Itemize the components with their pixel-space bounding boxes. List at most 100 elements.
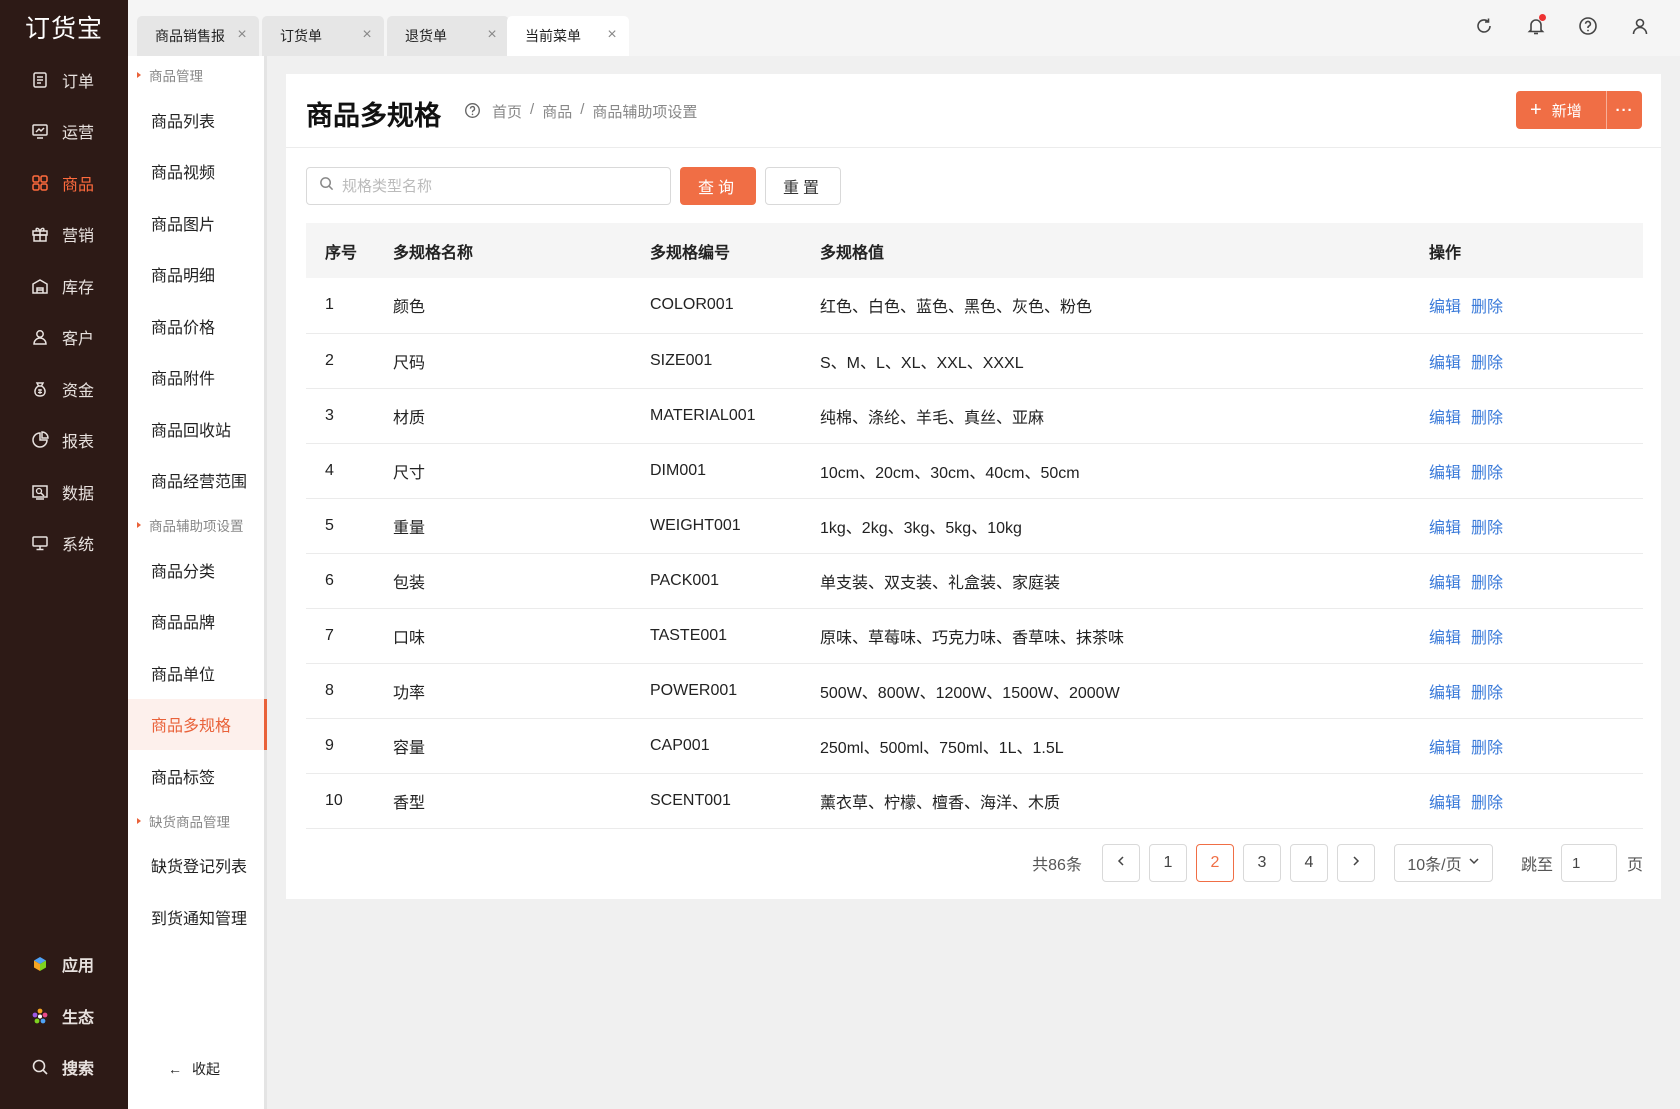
page-button[interactable]: 4 [1289, 844, 1328, 882]
delete-link[interactable]: 删除 [1471, 355, 1503, 372]
edit-link[interactable]: 编辑 [1429, 795, 1461, 812]
submenu-item[interactable]: 缺货登记列表 [128, 840, 264, 892]
delete-link[interactable]: 删除 [1471, 465, 1503, 482]
nav-item-6[interactable]: 资金 [0, 363, 128, 415]
tab-0[interactable]: 商品销售报 × [137, 16, 259, 56]
column-header: 多规格编号 [650, 244, 731, 262]
tab-label: 退货单 [405, 28, 447, 44]
tab-2[interactable]: 退货单 × [387, 16, 509, 56]
nav-item-8[interactable]: 数据 [0, 466, 128, 518]
breadcrumb-item[interactable]: 商品 [542, 101, 572, 122]
close-icon[interactable]: × [360, 27, 374, 43]
question-circle-icon[interactable] [464, 102, 481, 124]
table-cell: 容量 [393, 739, 426, 757]
caret-icon [137, 522, 141, 528]
nav-bottom-item-2[interactable]: 搜索 [0, 1042, 128, 1094]
edit-link[interactable]: 编辑 [1429, 520, 1461, 537]
close-icon[interactable]: × [485, 27, 499, 43]
query-button[interactable]: 查询 [680, 167, 756, 205]
submenu-group: 商品管理 [128, 56, 264, 94]
page-button[interactable]: 2 [1195, 844, 1234, 882]
breadcrumb: 首页 / 商品 / 商品辅助项设置 [492, 101, 697, 122]
goods-icon [30, 173, 50, 193]
page-button[interactable]: 1 [1148, 844, 1187, 882]
nav-item-7[interactable]: 报表 [0, 415, 128, 467]
table-row: 6 包装 PACK001 单支装、双支装、礼盒装、家庭装 编辑 删除 [306, 553, 1643, 608]
table-cell: POWER001 [650, 681, 738, 699]
submenu-item[interactable]: 商品列表 [128, 94, 264, 146]
edit-link[interactable]: 编辑 [1429, 299, 1461, 316]
submenu-item[interactable]: 商品图片 [128, 197, 264, 249]
nav-item-4[interactable]: 库存 [0, 260, 128, 312]
table-row: 8 功率 POWER001 500W、800W、1200W、1500W、2000W 编辑… [306, 663, 1643, 718]
table-cell: COLOR001 [650, 296, 734, 314]
submenu-item[interactable]: 商品价格 [128, 300, 264, 352]
refresh-icon[interactable] [1472, 14, 1496, 38]
next-page-button[interactable] [1336, 844, 1375, 882]
edit-link[interactable]: 编辑 [1429, 465, 1461, 482]
breadcrumb-item[interactable]: 商品辅助项设置 [592, 101, 697, 122]
nav-item-5[interactable]: 客户 [0, 312, 128, 364]
table-row: 4 尺寸 DIM001 10cm、20cm、30cm、40cm、50cm 编辑 删除 [306, 443, 1643, 498]
edit-link[interactable]: 编辑 [1429, 685, 1461, 702]
table-cell: 纯棉、涤纶、羊毛、真丝、亚麻 [820, 409, 1045, 427]
table-cell: 颜色 [393, 299, 426, 317]
nav-bottom-item-1[interactable]: 生态 [0, 990, 128, 1042]
edit-link[interactable]: 编辑 [1429, 630, 1461, 647]
tab-3[interactable]: 当前菜单 × [507, 16, 629, 56]
bell-icon[interactable] [1524, 14, 1548, 38]
nav-item-1[interactable]: 运营 [0, 106, 128, 158]
nav-item-0[interactable]: 订单 [0, 54, 128, 106]
submenu-item[interactable]: 商品多规格 [128, 698, 267, 750]
add-button[interactable]: + 新增 [1516, 91, 1607, 129]
delete-link[interactable]: 删除 [1471, 299, 1503, 316]
tab-1[interactable]: 订货单 × [262, 16, 384, 56]
submenu-item[interactable]: 商品单位 [128, 647, 264, 699]
submenu-item[interactable]: 商品明细 [128, 249, 264, 301]
nav-item-9[interactable]: 系统 [0, 518, 128, 570]
breadcrumb-item[interactable]: 首页 [492, 101, 522, 122]
delete-link[interactable]: 删除 [1471, 575, 1503, 592]
breadcrumb-separator: / [580, 101, 585, 118]
jump-page-input[interactable] [1571, 854, 1612, 872]
submenu-item[interactable]: 商品视频 [128, 146, 264, 198]
page-button[interactable]: 3 [1242, 844, 1281, 882]
user-icon[interactable] [1628, 14, 1652, 38]
page-size-select[interactable]: 10条/页 [1393, 844, 1493, 882]
nav-item-label: 商品 [62, 176, 95, 194]
table-cell: 1 [325, 296, 334, 314]
delete-link[interactable]: 删除 [1471, 410, 1503, 427]
submenu-item[interactable]: 商品标签 [128, 750, 264, 802]
close-icon[interactable]: × [235, 27, 249, 43]
nav-item-2[interactable]: 商品 [0, 157, 128, 209]
edit-link[interactable]: 编辑 [1429, 410, 1461, 427]
help-icon[interactable] [1576, 14, 1600, 38]
submenu-item[interactable]: 商品回收站 [128, 403, 264, 455]
submenu-item[interactable]: 商品分类 [128, 544, 264, 596]
nav-item-3[interactable]: 营销 [0, 209, 128, 261]
submenu-item[interactable]: 到货通知管理 [128, 891, 264, 943]
collapse-button[interactable]: ← 收起 [168, 1059, 220, 1079]
edit-link[interactable]: 编辑 [1429, 355, 1461, 372]
delete-link[interactable]: 删除 [1471, 520, 1503, 537]
actions-cell: 编辑 删除 [1410, 278, 1643, 333]
reset-button[interactable]: 重置 [765, 167, 841, 205]
nav-bottom-label: 生态 [62, 1009, 95, 1027]
more-actions-button[interactable]: ··· [1607, 102, 1642, 119]
submenu-item[interactable]: 商品品牌 [128, 596, 264, 648]
nav-item-label: 订单 [62, 73, 95, 91]
edit-link[interactable]: 编辑 [1429, 575, 1461, 592]
delete-link[interactable]: 删除 [1471, 685, 1503, 702]
submenu-item[interactable]: 商品附件 [128, 352, 264, 404]
nav-bottom-item-0[interactable]: 应用 [0, 939, 128, 991]
table-cell: 500W、800W、1200W、1500W、2000W [820, 684, 1120, 702]
close-icon[interactable]: × [605, 27, 619, 43]
page-title: 商品多规格 [306, 101, 441, 131]
delete-link[interactable]: 删除 [1471, 630, 1503, 647]
delete-link[interactable]: 删除 [1471, 795, 1503, 812]
spec-type-search-input[interactable] [342, 177, 642, 195]
delete-link[interactable]: 删除 [1471, 740, 1503, 757]
submenu-item[interactable]: 商品经营范围 [128, 455, 264, 507]
edit-link[interactable]: 编辑 [1429, 740, 1461, 757]
prev-page-button[interactable] [1101, 844, 1140, 882]
